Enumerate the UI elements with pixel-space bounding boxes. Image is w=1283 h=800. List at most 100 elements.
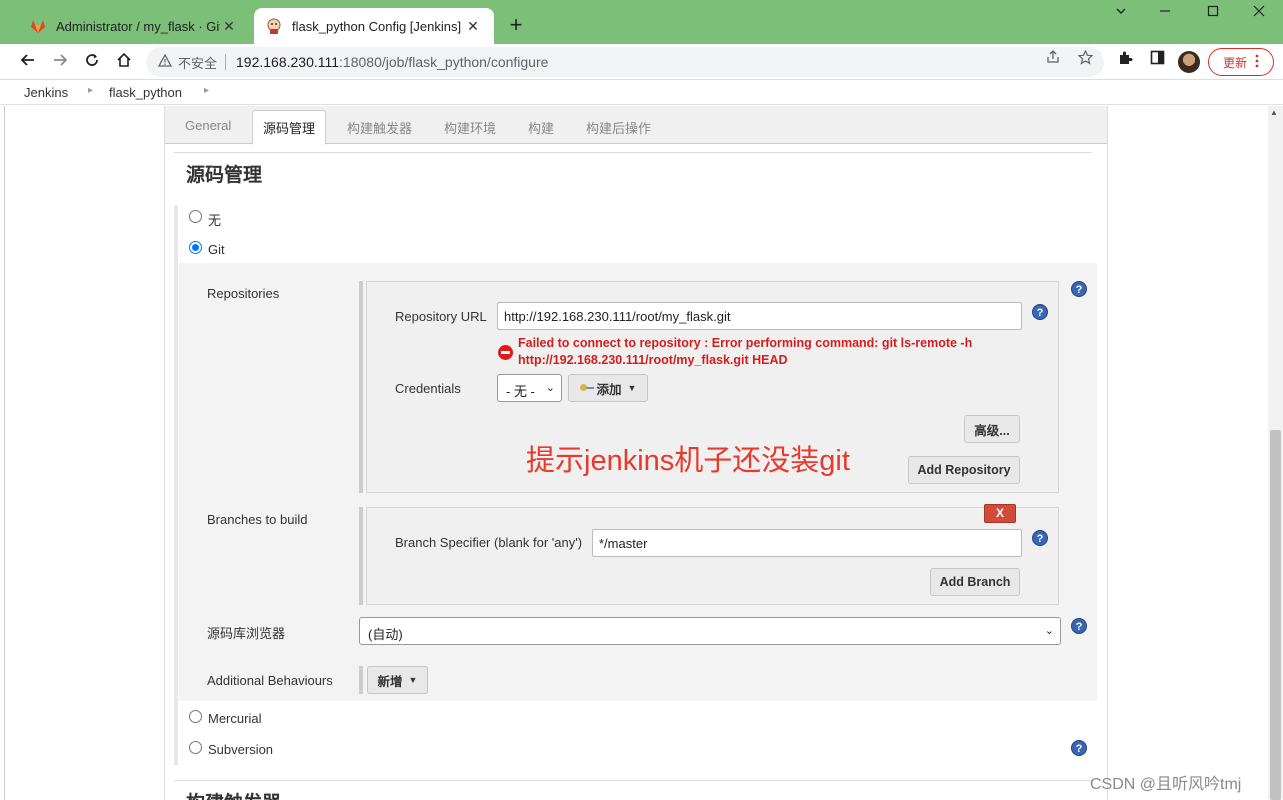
repository-browser-label: 源码库浏览器 — [207, 626, 286, 641]
add-repository-button[interactable]: Add Repository — [908, 456, 1020, 484]
branch-specifier-label: Branch Specifier (blank for 'any') — [395, 535, 583, 550]
tab-build-environment[interactable]: 构建环境 — [444, 118, 496, 137]
section-bar — [174, 205, 178, 765]
add-behaviour-button[interactable]: 新增 ▼ — [367, 666, 428, 694]
scm-subversion-label[interactable]: Subversion — [208, 742, 273, 757]
add-branch-button[interactable]: Add Branch — [930, 568, 1020, 596]
close-icon[interactable]: ✕ — [220, 18, 238, 35]
section-title: 源码管理 — [186, 165, 263, 186]
bookmark-star-icon[interactable] — [1074, 49, 1096, 69]
update-label: 更新 — [1222, 55, 1247, 70]
tab-title: flask_python Config [Jenkins] — [292, 18, 462, 34]
tab-general[interactable]: General — [185, 118, 231, 133]
tab-search-icon[interactable] — [1106, 4, 1136, 20]
add-behaviour-label: 新增 — [377, 674, 403, 689]
watermark: CSDN @且听风吟tmj — [1090, 776, 1242, 793]
key-icon — [579, 384, 594, 392]
error-message-line1: Failed to connect to repository : Error … — [518, 336, 973, 350]
browser-tab-bar: Administrator / my_flask · GitLab ✕ flas… — [0, 0, 1283, 44]
insecure-label[interactable]: 不安全 — [178, 53, 217, 72]
scm-mercurial-label[interactable]: Mercurial — [208, 711, 261, 726]
next-section-title: 构建触发器 — [186, 788, 281, 800]
share-icon[interactable] — [1042, 50, 1064, 68]
caret-down-icon: ▼ — [627, 383, 637, 393]
annotation-text: 提示jenkins机子还没装git — [526, 445, 850, 477]
config-tab-strip: General 源码管理 构建触发器 构建环境 构建 构建后操作 — [165, 106, 1107, 145]
breadcrumb: Jenkins ▸ flask_python ▸ — [0, 80, 1283, 105]
address-bar[interactable]: 不安全 192.168.230.111:18080/job/flask_pyth… — [146, 47, 1104, 77]
repository-browser-value: (自动) — [368, 627, 403, 642]
scm-git-label[interactable]: Git — [208, 242, 225, 257]
tab-title: Administrator / my_flask · GitLab — [56, 18, 220, 34]
warning-icon — [157, 53, 173, 70]
reload-icon[interactable] — [80, 50, 104, 74]
close-icon[interactable]: ✕ — [464, 18, 482, 35]
divider — [174, 780, 1092, 781]
repository-browser-select[interactable]: (自动) ⌄ — [359, 617, 1061, 645]
chevron-down-icon: ⌄ — [1044, 625, 1054, 637]
scm-none-label[interactable]: 无 — [208, 210, 221, 229]
window-close-icon[interactable] — [1244, 4, 1274, 20]
credentials-label: Credentials — [395, 381, 461, 396]
help-icon[interactable]: ? — [1071, 618, 1087, 634]
caret-down-icon: ▼ — [408, 675, 418, 685]
browser-toolbar: 不安全 192.168.230.111:18080/job/flask_pyth… — [0, 44, 1283, 80]
gitlab-icon — [30, 18, 46, 34]
delete-branch-button[interactable]: X — [984, 504, 1016, 523]
browser-tab-gitlab[interactable]: Administrator / my_flask · GitLab ✕ — [18, 8, 250, 44]
tab-scm[interactable]: 源码管理 — [252, 110, 327, 145]
minimize-icon[interactable] — [1150, 4, 1180, 20]
add-credentials-button[interactable]: 添加 ▼ — [568, 374, 648, 402]
divider — [4, 106, 5, 800]
repository-url-input[interactable]: http://192.168.230.111/root/my_flask.git — [497, 302, 1022, 330]
help-icon[interactable]: ? — [1071, 281, 1087, 297]
scm-mercurial-radio[interactable] — [189, 710, 202, 723]
branch-specifier-input[interactable]: */master — [592, 529, 1022, 557]
credentials-value: - 无 - — [506, 384, 535, 399]
advanced-button[interactable]: 高级... — [964, 415, 1020, 443]
repository-url-label: Repository URL — [395, 309, 487, 324]
url-path: :18080/job/flask_python/configure — [339, 54, 549, 70]
error-icon — [498, 345, 513, 360]
url-host: 192.168.230.111 — [236, 54, 340, 70]
chevron-down-icon: ⌄ — [545, 382, 555, 394]
repeat-bar — [359, 507, 363, 605]
extensions-icon[interactable] — [1114, 50, 1136, 69]
scrollbar-thumb[interactable] — [1270, 430, 1281, 800]
chevron-right-icon[interactable]: ▸ — [204, 85, 209, 96]
tab-build-triggers[interactable]: 构建触发器 — [347, 118, 412, 137]
repeat-bar — [359, 666, 363, 694]
divider — [174, 152, 1092, 153]
credentials-select[interactable]: - 无 - ⌄ — [497, 374, 562, 402]
more-vertical-icon — [1255, 54, 1259, 71]
branches-label: Branches to build — [207, 512, 308, 527]
add-credentials-label: 添加 — [596, 382, 622, 397]
tab-build[interactable]: 构建 — [528, 118, 554, 137]
back-icon[interactable] — [16, 50, 40, 74]
maximize-icon[interactable] — [1198, 4, 1228, 20]
help-icon[interactable]: ? — [1071, 740, 1087, 756]
repeat-bar — [359, 281, 363, 493]
repositories-label: Repositories — [207, 286, 280, 301]
profile-avatar[interactable] — [1178, 51, 1200, 73]
additional-behaviours-label: Additional Behaviours — [207, 673, 333, 688]
scm-subversion-radio[interactable] — [189, 741, 202, 754]
browser-tab-jenkins[interactable]: flask_python Config [Jenkins] ✕ — [254, 8, 494, 44]
chevron-right-icon[interactable]: ▸ — [88, 85, 93, 96]
new-tab-button[interactable]: + — [504, 12, 528, 38]
scroll-up-icon[interactable]: ▲ — [1270, 108, 1278, 117]
scm-git-radio[interactable] — [189, 241, 202, 254]
error-message-line2: http://192.168.230.111/root/my_flask.git… — [518, 353, 788, 367]
jenkins-icon — [266, 18, 282, 34]
side-panel-icon[interactable] — [1146, 50, 1168, 69]
forward-icon[interactable] — [48, 50, 72, 74]
divider — [225, 54, 227, 70]
help-icon[interactable]: ? — [1032, 530, 1048, 546]
help-icon[interactable]: ? — [1032, 304, 1048, 320]
tab-post-build[interactable]: 构建后操作 — [586, 118, 651, 137]
scm-none-radio[interactable] — [189, 210, 202, 223]
breadcrumb-jenkins[interactable]: Jenkins — [24, 85, 68, 100]
breadcrumb-job[interactable]: flask_python — [109, 85, 182, 100]
update-button[interactable]: 更新 — [1208, 48, 1274, 76]
home-icon[interactable] — [112, 50, 136, 74]
